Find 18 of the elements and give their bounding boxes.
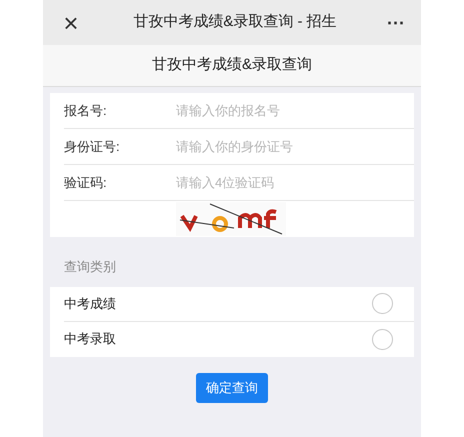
field-label: 身份证号:	[64, 138, 121, 156]
more-button[interactable]: ···	[387, 14, 405, 32]
section-title: 查询类别	[64, 258, 117, 276]
field-label: 验证码:	[64, 174, 108, 192]
radio-button[interactable]	[372, 293, 393, 314]
close-button[interactable]: ×	[59, 10, 83, 36]
input-field[interactable]: 请输入4位验证码	[176, 172, 414, 192]
submit-button[interactable]: 确定查询	[196, 372, 268, 402]
header-title: 甘孜中考成绩&录取查询	[152, 55, 312, 76]
page-title: 甘孜中考成绩&录取查询 - 招生	[132, 12, 338, 32]
option-row[interactable]: 中考录取	[64, 322, 414, 356]
radio-button[interactable]	[372, 328, 393, 350]
option-label: 中考录取	[64, 330, 116, 348]
input-field[interactable]: 请输入你的身份证号	[176, 136, 414, 156]
option-label: 中考成绩	[64, 294, 116, 313]
input-field[interactable]: 请输入你的报名号	[176, 100, 414, 120]
field-label: 报名号:	[64, 102, 108, 120]
option-row[interactable]: 中考成绩	[64, 286, 414, 322]
